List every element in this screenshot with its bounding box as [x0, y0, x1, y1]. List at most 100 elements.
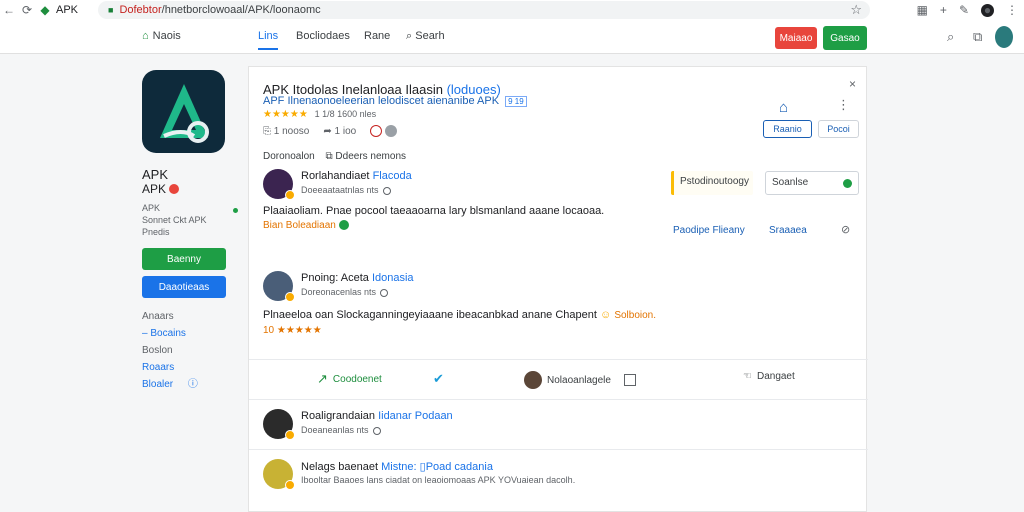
- reviewer-avatar[interactable]: [263, 409, 295, 440]
- review-stars: 10 ★★★★★: [263, 325, 322, 336]
- more-vertical-icon[interactable]: ⋮: [837, 97, 850, 113]
- reviewer-location[interactable]: Flacoda: [373, 170, 412, 182]
- secondary-outline-button[interactable]: Pocoi: [818, 120, 859, 138]
- status-dot: [233, 208, 238, 213]
- sidebar-link-3[interactable]: Roaars: [142, 359, 232, 376]
- check-icon: [843, 179, 852, 188]
- app-logo-icon: [142, 70, 225, 153]
- reviewer-avatar[interactable]: [263, 459, 295, 490]
- badge-icon: [169, 184, 180, 194]
- home-icon[interactable]: ⌂: [779, 99, 788, 116]
- reviewer-name: Rorlahandiaet Flacoda: [301, 170, 412, 182]
- download-button[interactable]: Daaotieaas: [142, 276, 226, 298]
- nav-home[interactable]: ⌂ Naois: [142, 30, 181, 42]
- user-action[interactable]: Nolaoanlagele: [524, 371, 636, 389]
- reviewer-avatar[interactable]: [263, 271, 295, 302]
- copy-icon: ⧉: [325, 151, 333, 162]
- verified-badge-icon: [285, 480, 295, 490]
- review-text: Plaaiaoliam. Pnae pocool taeaaoarna lary…: [263, 205, 605, 217]
- reviewer-location[interactable]: Iidanar Podaan: [378, 410, 453, 422]
- pin-icon[interactable]: ⊘: [841, 223, 850, 236]
- home-icon: ⌂: [142, 30, 149, 42]
- side-link-2[interactable]: Sraaaea: [769, 225, 807, 236]
- red-action-button[interactable]: Maiaao: [775, 27, 817, 49]
- profile-avatar[interactable]: ●: [981, 3, 994, 17]
- twitter-action[interactable]: ✔: [433, 371, 444, 387]
- tab-title[interactable]: APK: [56, 4, 78, 16]
- site-navbar: ⌂ Naois Lins Bocliodaes Rane ⌕ Searh Maia…: [0, 20, 1024, 54]
- reviewer-name-text: Pnoing: Aceta: [301, 272, 369, 284]
- sidebar-link-4[interactable]: Bloaler ⓘ: [142, 376, 232, 393]
- user-mini-avatar: [524, 371, 542, 389]
- menu-dots-icon[interactable]: ⋮: [1006, 3, 1018, 17]
- sidebar-links: Anaars – Bocains Boslon Roaars Bloaler ⓘ: [142, 308, 232, 393]
- plus-icon[interactable]: +: [940, 3, 947, 17]
- primary-outline-button[interactable]: Raanio: [763, 120, 812, 138]
- clock-icon[interactable]: [385, 125, 398, 137]
- user-avatar[interactable]: [995, 26, 1013, 48]
- address-bar[interactable]: ■ Dofebtor/hnetborclowoaal/APK/loonaomc …: [98, 1, 870, 19]
- bookmark-star-icon[interactable]: ☆: [850, 2, 862, 18]
- nav-search[interactable]: ⌕ Searh: [406, 30, 445, 43]
- sidebar-link-2[interactable]: Boslon: [142, 342, 232, 359]
- verified-badge-icon: [285, 292, 295, 302]
- section-header: Doronoalon ⧉ Ddeers nemons: [263, 151, 406, 162]
- verified-badge-icon: [285, 190, 295, 200]
- close-icon[interactable]: ×: [849, 77, 856, 91]
- grid-icon[interactable]: ▦: [917, 3, 928, 17]
- search-icon: ⌕: [406, 30, 413, 42]
- nav-tab-2[interactable]: Rane: [364, 30, 390, 42]
- reload-icon[interactable]: ⟳: [18, 3, 36, 17]
- install-button[interactable]: Baenny: [142, 248, 226, 270]
- divider: [249, 399, 868, 400]
- review-time: Doeeaataatnlas nts: [301, 185, 391, 195]
- side-info-box[interactable]: Pstodinoutoogy: [671, 171, 753, 195]
- section-sub[interactable]: ⧉ Ddeers nemons: [326, 151, 407, 162]
- danger-action[interactable]: ☜ Dangaet: [743, 371, 795, 382]
- review-tag: Bian Boleadiaan: [263, 220, 349, 231]
- section-label: Doronoalon: [263, 151, 315, 162]
- sidebar-link-0[interactable]: Anaars: [142, 308, 232, 325]
- reviewer-location[interactable]: Mistne: ▯Poad cadania: [381, 461, 493, 473]
- emoji-icon: [338, 220, 349, 231]
- share-icon[interactable]: ⧉: [973, 29, 982, 45]
- sidebar-link-4-label: Bloaler: [142, 379, 174, 390]
- side-select[interactable]: Soanlse: [765, 171, 859, 195]
- reviewer-location[interactable]: Idonasia: [372, 272, 414, 284]
- rating-text: 1 1/8 1600 nles: [314, 109, 377, 119]
- side-link-1[interactable]: Paodipe Flieany: [673, 225, 745, 236]
- thumb-icon: ⎘: [263, 125, 271, 137]
- app-name-secondary: APK: [142, 182, 232, 196]
- review-time-text: Doeeaataatnlas nts: [301, 185, 379, 195]
- app-sidebar: APK APK APK Sonnet Ckt APK Pnedis Baenny…: [142, 70, 232, 393]
- search-icon[interactable]: ⌕: [947, 29, 954, 45]
- nav-search-label: Searh: [415, 30, 445, 42]
- green-action-button[interactable]: Gasao: [823, 26, 867, 50]
- review-time-text: Doreonacenlas nts: [301, 287, 377, 297]
- nav-home-label: Naois: [152, 30, 181, 42]
- pen-icon[interactable]: ✎: [959, 3, 969, 17]
- review-time: Ibooltar Baaoes lans ciadat on leaoiomoa…: [301, 475, 576, 485]
- rating-row: ★★★★★ 1 1/8 1600 nles: [263, 109, 376, 120]
- comment-action[interactable]: ↗ Coodoenet: [317, 371, 382, 387]
- stat-downloads: ⎘ 1 nooso: [263, 126, 309, 137]
- sidebar-link-1[interactable]: – Bocains: [142, 325, 232, 342]
- info-icon: ⓘ: [187, 379, 198, 390]
- smile-icon: ☺: [600, 309, 612, 321]
- nav-tab-1[interactable]: Bocliodaes: [296, 30, 350, 42]
- verified-badge-icon: [285, 430, 295, 440]
- stats-row: ⎘ 1 nooso ➦ 1 ioo: [263, 125, 398, 137]
- nav-tab-0[interactable]: Lins: [258, 30, 279, 50]
- reviewer-name-text: Rorlahandiaet: [301, 170, 370, 182]
- back-arrow-icon[interactable]: ←: [0, 3, 18, 17]
- reviewer-avatar[interactable]: [263, 169, 295, 200]
- reviewer-name: Pnoing: Aceta Idonasia: [301, 272, 414, 284]
- stat-shares: ➦ 1 ioo: [323, 126, 356, 137]
- app-meta: APK Sonnet Ckt APK Pnedis: [142, 202, 232, 238]
- rating-stars: ★★★★★: [263, 109, 308, 120]
- record-icon[interactable]: [370, 125, 383, 137]
- review-tag-text: Bian Boleadiaan: [263, 220, 336, 231]
- sidebar-link-1-label: Bocains: [150, 328, 186, 339]
- reviewer-name: Roaligrandaian Iidanar Podaan: [301, 410, 453, 422]
- app-meta-1: APK: [142, 203, 161, 213]
